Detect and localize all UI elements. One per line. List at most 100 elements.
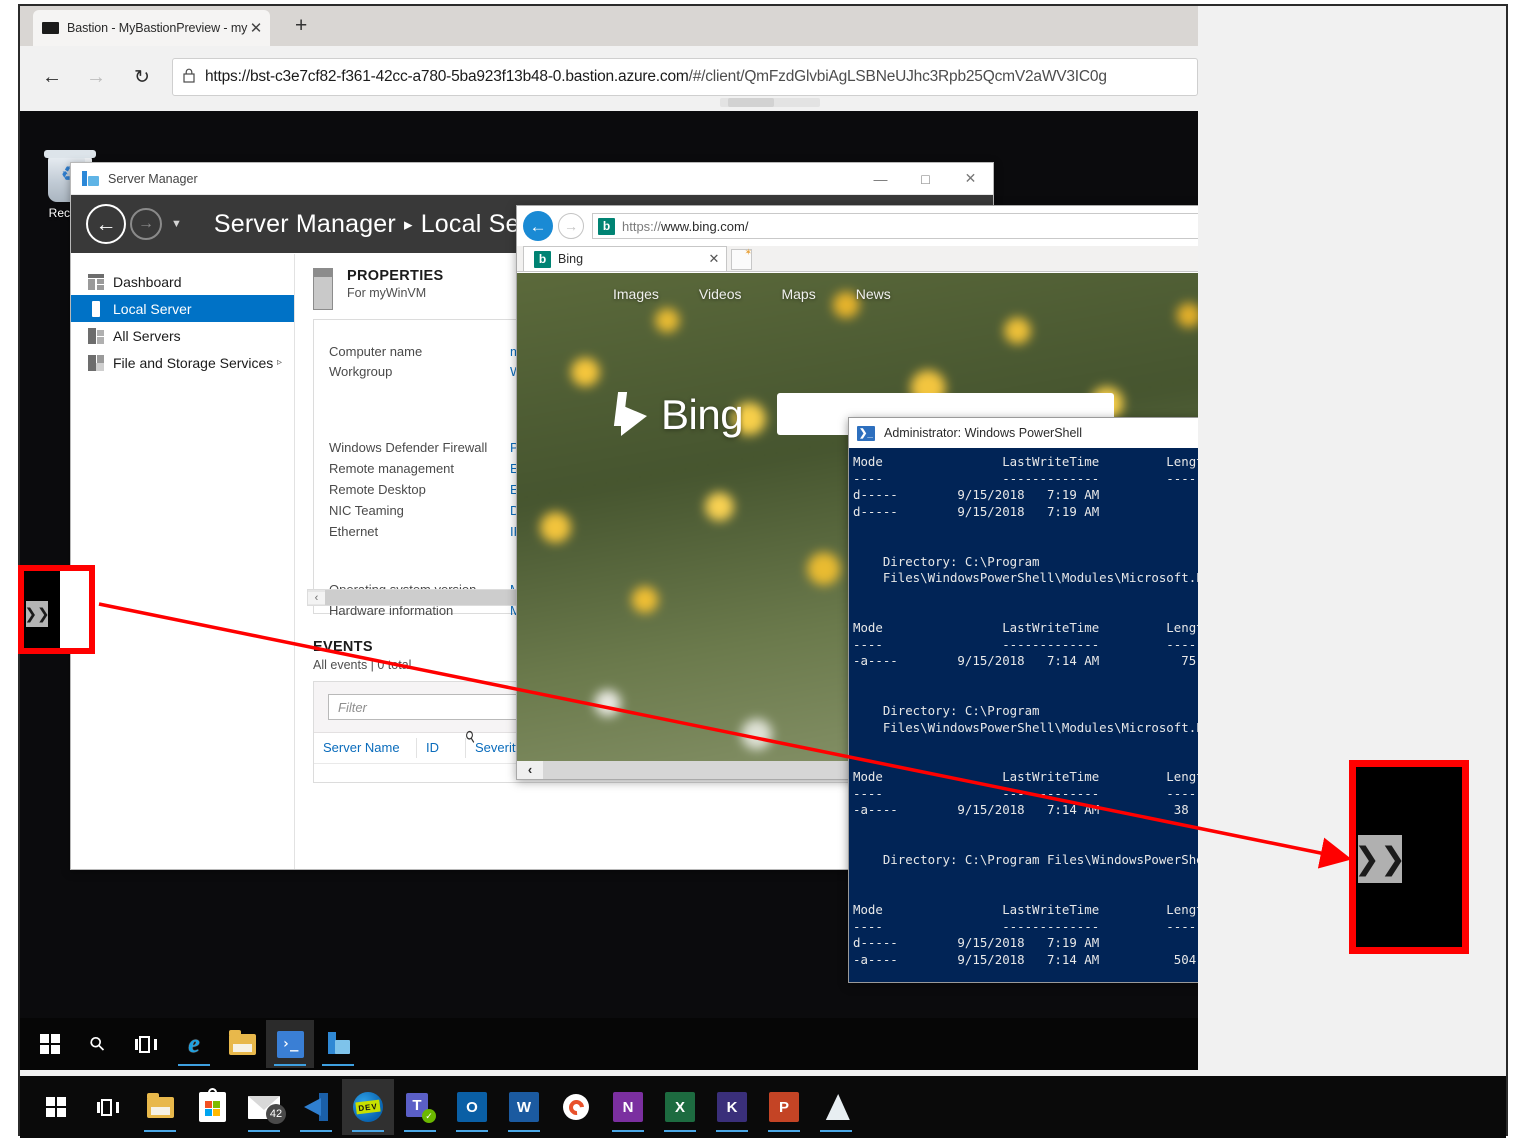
minimize-button[interactable]: — bbox=[858, 163, 903, 194]
bastion-chevron-handle[interactable]: ❯❯ bbox=[24, 601, 50, 627]
bing-nav-maps[interactable]: Maps bbox=[781, 286, 815, 302]
vm-taskbar-task-view-button[interactable] bbox=[122, 1020, 170, 1068]
column-header-server-name[interactable]: Server Name bbox=[314, 738, 417, 758]
vm-taskbar-file-explorer[interactable] bbox=[218, 1020, 266, 1068]
powerpoint-icon: P bbox=[769, 1092, 799, 1122]
windows-logo-icon bbox=[46, 1097, 66, 1117]
property-label: Windows Defender Firewall bbox=[329, 440, 488, 455]
ie-tab-bing[interactable]: b Bing ✕ bbox=[523, 246, 727, 271]
powershell-title: Administrator: Windows PowerShell bbox=[884, 426, 1082, 440]
bastion-chevron-handle-zoom[interactable]: ❯❯ bbox=[1354, 835, 1406, 883]
chevron-right-icon[interactable]: ▹ bbox=[277, 357, 282, 368]
host-taskbar-microsoft-edge-dev[interactable]: DEV bbox=[342, 1079, 394, 1135]
forward-arrow-icon[interactable]: → bbox=[130, 208, 162, 240]
chevron-down-icon[interactable]: ▼ bbox=[171, 218, 182, 230]
bing-nav-images[interactable]: Images bbox=[613, 286, 659, 302]
server-manager-title: Server Manager bbox=[108, 171, 198, 186]
host-taskbar-start-button[interactable] bbox=[30, 1079, 82, 1135]
host-taskbar-task-view-button[interactable] bbox=[82, 1079, 134, 1135]
forward-arrow-icon[interactable]: → bbox=[558, 213, 584, 239]
breadcrumb-root[interactable]: Server Manager bbox=[214, 210, 396, 238]
scroll-left-icon[interactable]: ‹ bbox=[308, 591, 325, 604]
close-icon[interactable]: ✕ bbox=[248, 21, 264, 36]
url-path: /#/client/QmFzdGlvbiAgLSBNeUJhc3Rpb25Qcm… bbox=[688, 68, 1107, 85]
page-loading-indicator bbox=[720, 98, 820, 107]
sidebar-item-local-server[interactable]: Local Server bbox=[71, 295, 294, 322]
host-taskbar-outlook[interactable]: O bbox=[446, 1079, 498, 1135]
reload-icon[interactable]: ↻ bbox=[124, 59, 160, 95]
server-manager-icon bbox=[325, 1032, 352, 1056]
back-arrow-icon[interactable]: ← bbox=[523, 211, 553, 241]
server-manager-titlebar[interactable]: Server Manager — □ ✕ bbox=[71, 163, 993, 195]
tab-title: Bastion - MyBastionPreview - my bbox=[67, 21, 248, 35]
powershell-titlebar[interactable]: ❯_ Administrator: Windows PowerShell bbox=[849, 418, 1198, 448]
filter-placeholder: Filter bbox=[338, 699, 367, 715]
host-taskbar-microsoft-store[interactable] bbox=[186, 1079, 238, 1135]
scroll-left-icon[interactable]: ‹ bbox=[517, 761, 543, 779]
host-taskbar-visual-studio-code[interactable] bbox=[290, 1079, 342, 1135]
new-tab-button[interactable]: + bbox=[295, 15, 307, 36]
host-taskbar-onenote[interactable]: N bbox=[602, 1079, 654, 1135]
address-bar[interactable]: https://bst-c3e7cf82-f361-42cc-a780-5ba9… bbox=[172, 58, 1198, 96]
host-taskbar-microsoft-teams[interactable] bbox=[394, 1079, 446, 1135]
teams-icon bbox=[406, 1093, 436, 1123]
server-manager-icon bbox=[82, 171, 99, 186]
magnifier-icon: ⚲ bbox=[85, 1031, 111, 1057]
host-taskbar-powerpoint[interactable]: P bbox=[758, 1079, 810, 1135]
skype-icon bbox=[563, 1094, 589, 1120]
server-manager-sidebar: Dashboard Local Server All Servers File … bbox=[71, 254, 295, 869]
sidebar-item-file-and-storage-services[interactable]: File and Storage Services ▹ bbox=[71, 349, 294, 376]
column-header-id[interactable]: ID bbox=[417, 738, 466, 758]
vm-taskbar-search-button[interactable]: ⚲ bbox=[74, 1020, 122, 1068]
bing-nav-videos[interactable]: Videos bbox=[699, 286, 742, 302]
word-icon: W bbox=[509, 1092, 539, 1122]
host-taskbar-file-explorer[interactable] bbox=[134, 1079, 186, 1135]
sidebar-item-all-servers[interactable]: All Servers bbox=[71, 322, 294, 349]
back-arrow-icon[interactable]: ← bbox=[86, 204, 126, 244]
mail-icon: 42 bbox=[248, 1095, 286, 1124]
vm-taskbar-server-manager[interactable] bbox=[314, 1020, 362, 1068]
host-taskbar-skype[interactable] bbox=[550, 1079, 602, 1135]
ie-new-tab-button[interactable] bbox=[731, 247, 752, 270]
host-taskbar-power-bi[interactable]: K bbox=[706, 1079, 758, 1135]
property-label: Remote management bbox=[329, 461, 455, 476]
vm-taskbar-powershell[interactable]: ›_ bbox=[266, 1020, 314, 1068]
bastion-remote-desktop[interactable]: Recycle Server Manager — □ ✕ ← → ▼ Serve… bbox=[20, 111, 1198, 1070]
powershell-icon: ›_ bbox=[276, 1030, 304, 1058]
powershell-window[interactable]: ❯_ Administrator: Windows PowerShell Mod… bbox=[848, 417, 1198, 983]
bing-nav-news[interactable]: News bbox=[856, 286, 891, 302]
host-taskbar-excel[interactable]: X bbox=[654, 1079, 706, 1135]
screenshot-root: Bastion - MyBastionPreview - my ✕ + ← → … bbox=[0, 0, 1526, 1144]
host-taskbar-mail[interactable]: 42 bbox=[238, 1079, 290, 1135]
vm-taskbar-start-button[interactable] bbox=[26, 1020, 74, 1068]
property-label: Workgroup bbox=[329, 364, 393, 379]
properties-icon bbox=[313, 268, 333, 310]
tab-strip: Bastion - MyBastionPreview - my ✕ + bbox=[20, 6, 1198, 46]
power-bi-icon: K bbox=[717, 1092, 747, 1122]
close-icon[interactable]: ✕ bbox=[706, 251, 722, 267]
breadcrumb: Server Manager ▸ Local Server bbox=[214, 210, 564, 239]
vscode-icon bbox=[302, 1093, 330, 1121]
vm-taskbar-internet-explorer[interactable]: e bbox=[170, 1020, 218, 1068]
powershell-console[interactable]: Mode LastWriteTime Lengt ---- ----------… bbox=[849, 448, 1198, 982]
edge-dev-icon: DEV bbox=[353, 1092, 383, 1122]
ie-address-text: https://www.bing.com/ bbox=[622, 219, 1198, 234]
sidebar-item-label: File and Storage Services bbox=[113, 354, 274, 371]
bing-wordmark: Bing bbox=[661, 391, 744, 438]
host-taskbar-word[interactable]: W bbox=[498, 1079, 550, 1135]
ie-address-bar[interactable]: b https://www.bing.com/ ▾ bbox=[592, 213, 1198, 239]
sidebar-item-dashboard[interactable]: Dashboard bbox=[71, 268, 294, 295]
bing-favicon-icon: b bbox=[534, 250, 551, 268]
maximize-button[interactable]: □ bbox=[903, 163, 948, 194]
file-storage-icon bbox=[88, 354, 104, 371]
host-taskbar-sticky-notes[interactable] bbox=[810, 1079, 862, 1135]
properties-subtitle: For myWinVM bbox=[347, 286, 427, 300]
address-bar-text: https://bst-c3e7cf82-f361-42cc-a780-5ba9… bbox=[205, 68, 1107, 86]
close-button[interactable]: ✕ bbox=[948, 163, 993, 194]
forward-arrow-icon[interactable]: → bbox=[78, 59, 114, 95]
url-protocol: https:// bbox=[205, 68, 250, 85]
all-servers-icon bbox=[88, 327, 104, 344]
task-view-icon bbox=[97, 1098, 119, 1116]
browser-tab-bastion[interactable]: Bastion - MyBastionPreview - my ✕ bbox=[33, 10, 270, 46]
back-arrow-icon[interactable]: ← bbox=[34, 59, 70, 95]
